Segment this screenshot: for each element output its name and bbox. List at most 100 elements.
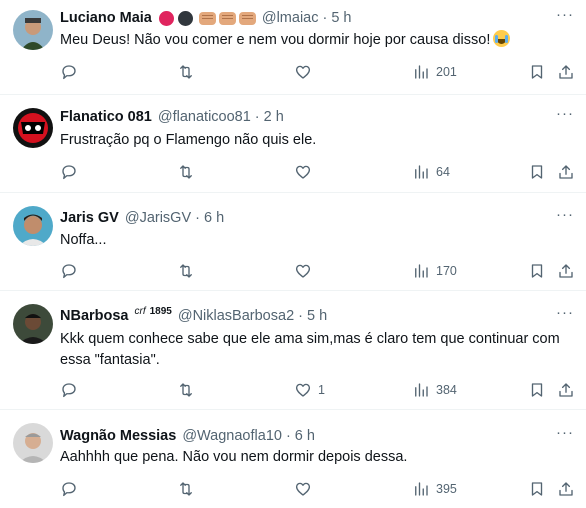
tweet-time[interactable]: 6 h xyxy=(295,427,315,445)
share-button[interactable] xyxy=(557,261,575,281)
author-handle[interactable]: @Wagnaofla10 xyxy=(182,427,282,445)
bookmark-button[interactable] xyxy=(528,162,546,182)
retweet-icon xyxy=(180,383,192,397)
like-icon xyxy=(295,383,311,397)
share-button[interactable] xyxy=(557,162,575,182)
tweet-actions: 201 xyxy=(60,62,586,82)
like-button[interactable]: 1 xyxy=(294,380,325,400)
avatar[interactable] xyxy=(13,423,53,463)
author-name[interactable]: NBarbosa xyxy=(60,307,129,325)
tweet[interactable]: Jaris GV @JarisGV · 6 h ··· Noffa... 170 xyxy=(0,193,586,291)
reply-button[interactable] xyxy=(60,261,78,281)
author-name[interactable]: Wagnão Messias xyxy=(60,427,176,445)
like-button[interactable] xyxy=(294,162,312,182)
like-button[interactable] xyxy=(294,261,312,281)
bookmark-button[interactable] xyxy=(528,62,546,82)
tweet-header: Wagnão Messias @Wagnaofla10 · 6 h xyxy=(60,427,315,445)
tweet-text-content: Meu Deus! Não vou comer e nem vou dormir… xyxy=(60,32,491,48)
author-handle[interactable]: @JarisGV xyxy=(125,209,191,227)
avatar[interactable] xyxy=(13,108,53,148)
tweet[interactable]: Flanatico 081 @flanaticoo81 · 2 h ··· Fr… xyxy=(0,95,586,193)
views-button[interactable]: 170 xyxy=(412,261,457,281)
author-name[interactable]: Jaris GV xyxy=(60,209,119,227)
retweet-button[interactable] xyxy=(177,62,195,82)
views-button[interactable]: 201 xyxy=(412,62,457,82)
tweet-time[interactable]: 6 h xyxy=(204,209,224,227)
reply-icon xyxy=(62,482,76,497)
reply-button[interactable] xyxy=(60,162,78,182)
views-count: 64 xyxy=(436,165,450,179)
more-options-icon[interactable]: ··· xyxy=(556,206,574,223)
reply-icon xyxy=(62,165,76,180)
reply-icon xyxy=(62,264,76,279)
name-suffix-year: 1895 xyxy=(149,306,172,317)
more-options-icon[interactable]: ··· xyxy=(556,6,574,23)
share-button[interactable] xyxy=(557,479,575,499)
like-icon xyxy=(295,165,311,179)
retweet-icon xyxy=(180,65,192,79)
views-icon xyxy=(415,383,428,397)
black-circle-emoji xyxy=(177,10,193,26)
tweet[interactable]: Luciano Maia @lmaiac · 5 h ··· Meu Deus!… xyxy=(0,0,586,95)
reply-button[interactable] xyxy=(60,380,78,400)
tweet-time[interactable]: 5 h xyxy=(331,9,351,27)
tweet[interactable]: Wagnão Messias @Wagnaofla10 · 6 h ··· Aa… xyxy=(0,410,586,508)
views-button[interactable]: 395 xyxy=(412,479,457,499)
separator-dot: · xyxy=(195,210,200,226)
views-count: 384 xyxy=(436,383,457,397)
retweet-button[interactable] xyxy=(177,162,195,182)
retweet-icon xyxy=(180,165,192,179)
loudly-crying-face-emoji xyxy=(493,30,511,47)
bookmark-icon xyxy=(531,264,543,278)
views-icon xyxy=(415,165,428,179)
author-name[interactable]: Flanatico 081 xyxy=(60,108,152,126)
bookmark-button[interactable] xyxy=(528,380,546,400)
tweet-actions: 64 xyxy=(60,162,586,182)
author-handle[interactable]: @flanaticoo81 xyxy=(158,108,251,126)
views-icon xyxy=(415,65,428,79)
like-button[interactable] xyxy=(294,62,312,82)
like-button[interactable] xyxy=(294,479,312,499)
tweet-time[interactable]: 2 h xyxy=(264,108,284,126)
tweet-time[interactable]: 5 h xyxy=(307,307,327,325)
author-name[interactable]: Luciano Maia xyxy=(60,9,152,27)
bookmark-icon xyxy=(531,482,543,496)
tweet-actions: 1 384 xyxy=(60,380,586,400)
separator-dot: · xyxy=(322,10,328,26)
bookmark-button[interactable] xyxy=(528,261,546,281)
share-button[interactable] xyxy=(557,380,575,400)
bookmark-icon xyxy=(531,65,543,79)
bookmark-button[interactable] xyxy=(528,479,546,499)
retweet-button[interactable] xyxy=(177,479,195,499)
avatar[interactable] xyxy=(13,10,53,50)
author-handle[interactable]: @NiklasBarbosa2 xyxy=(178,307,294,325)
views-button[interactable]: 384 xyxy=(412,380,457,400)
reply-icon xyxy=(62,383,76,398)
retweet-button[interactable] xyxy=(177,261,195,281)
separator-dot: · xyxy=(254,109,260,125)
retweet-icon xyxy=(180,264,192,278)
tweet-header: NBarbosa crf 1895 @NiklasBarbosa2 · 5 h xyxy=(60,306,327,325)
more-options-icon[interactable]: ··· xyxy=(556,105,574,122)
share-button[interactable] xyxy=(557,62,575,82)
avatar[interactable] xyxy=(13,304,53,344)
red-circle-emoji xyxy=(158,10,174,26)
share-icon xyxy=(559,383,573,397)
tweet-text: Aahhhh que pena. Não vou nem dormir depo… xyxy=(60,449,408,465)
tweet-text: Kkk quem conhece sabe que ele ama sim,ma… xyxy=(60,331,560,368)
more-options-icon[interactable]: ··· xyxy=(556,424,574,441)
retweet-button[interactable] xyxy=(177,380,195,400)
share-icon xyxy=(559,482,573,496)
bookmark-icon xyxy=(531,383,543,397)
views-button[interactable]: 64 xyxy=(412,162,450,182)
tweet-header: Jaris GV @JarisGV · 6 h xyxy=(60,209,224,227)
avatar[interactable] xyxy=(13,206,53,246)
tweet-text: Meu Deus! Não vou comer e nem vou dormir… xyxy=(60,30,575,51)
views-count: 395 xyxy=(436,482,457,496)
tweet-text: Frustração pq o Flamengo não quis ele. xyxy=(60,132,317,148)
tweet[interactable]: NBarbosa crf 1895 @NiklasBarbosa2 · 5 h … xyxy=(0,291,586,410)
reply-button[interactable] xyxy=(60,479,78,499)
author-handle[interactable]: @lmaiac xyxy=(262,9,319,27)
more-options-icon[interactable]: ··· xyxy=(556,304,574,321)
reply-button[interactable] xyxy=(60,62,78,82)
